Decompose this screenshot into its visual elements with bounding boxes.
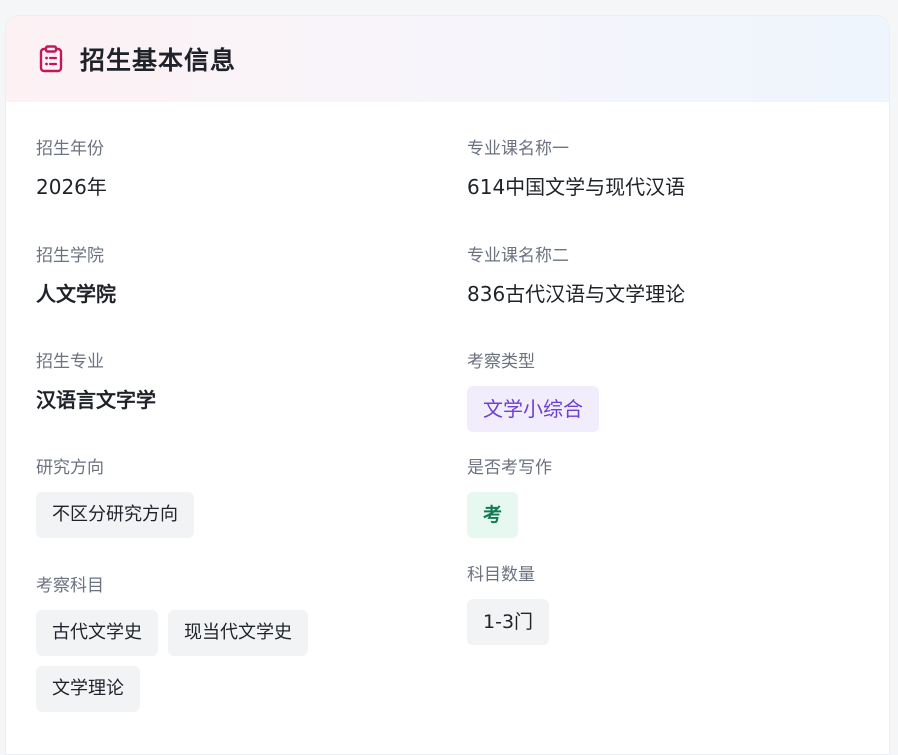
field-label: 专业课名称二 — [467, 246, 569, 266]
field-label: 考察科目 — [36, 576, 104, 596]
subject-chip: 现当代文学史 — [168, 610, 308, 656]
field-course-one: 专业课名称一 614中国文学与现代汉语 — [467, 137, 685, 199]
field-value: 汉语言文字学 — [36, 388, 156, 412]
field-value: 836古代汉语与文学理论 — [467, 282, 686, 306]
chip-row: 考 — [467, 492, 807, 538]
writing-badge: 考 — [467, 492, 519, 538]
exam-type-badge: 文学小综合 — [467, 386, 599, 432]
field-label: 考察类型 — [467, 352, 535, 372]
subject-count-badge: 1-3门 — [467, 599, 550, 645]
field-label: 招生年份 — [36, 139, 104, 159]
card-header: 招生基本信息 — [6, 16, 889, 102]
field-label: 专业课名称一 — [467, 139, 569, 159]
field-value: 614中国文学与现代汉语 — [467, 175, 686, 199]
chip-row: 古代文学史 现当代文学史 文学理论 — [36, 610, 376, 712]
field-admission-college: 招生学院 人文学院 — [36, 244, 116, 306]
card-body: 招生年份 2026年 招生学院 人文学院 招生专业 汉语言文字学 研究方向 不区… — [6, 102, 889, 752]
field-label: 研究方向 — [36, 458, 104, 478]
chip-row: 1-3门 — [467, 599, 807, 645]
field-label: 是否考写作 — [467, 458, 552, 478]
direction-chip: 不区分研究方向 — [36, 492, 194, 538]
field-value: 人文学院 — [36, 282, 116, 306]
subject-chip: 文学理论 — [36, 666, 140, 712]
field-label: 科目数量 — [467, 565, 535, 585]
field-course-two: 专业课名称二 836古代汉语与文学理论 — [467, 244, 685, 306]
field-exam-type: 考察类型 文学小综合 — [467, 350, 807, 432]
field-admission-year: 招生年份 2026年 — [36, 137, 107, 199]
field-subject-count: 科目数量 1-3门 — [467, 563, 807, 645]
field-writing-required: 是否考写作 考 — [467, 456, 807, 538]
chip-row: 不区分研究方向 — [36, 492, 376, 538]
subject-chip: 古代文学史 — [36, 610, 158, 656]
field-research-direction: 研究方向 不区分研究方向 — [36, 456, 376, 538]
chip-row: 文学小综合 — [467, 386, 807, 432]
field-admission-major: 招生专业 汉语言文字学 — [36, 350, 156, 412]
admission-info-card: 招生基本信息 招生年份 2026年 招生学院 人文学院 招生专业 汉语言文字学 … — [5, 15, 890, 755]
field-exam-subjects: 考察科目 古代文学史 现当代文学史 文学理论 — [36, 574, 376, 712]
field-label: 招生专业 — [36, 352, 104, 372]
card-title: 招生基本信息 — [80, 46, 237, 75]
field-label: 招生学院 — [36, 246, 104, 266]
clipboard-icon — [38, 45, 64, 73]
field-value: 2026年 — [36, 175, 107, 199]
